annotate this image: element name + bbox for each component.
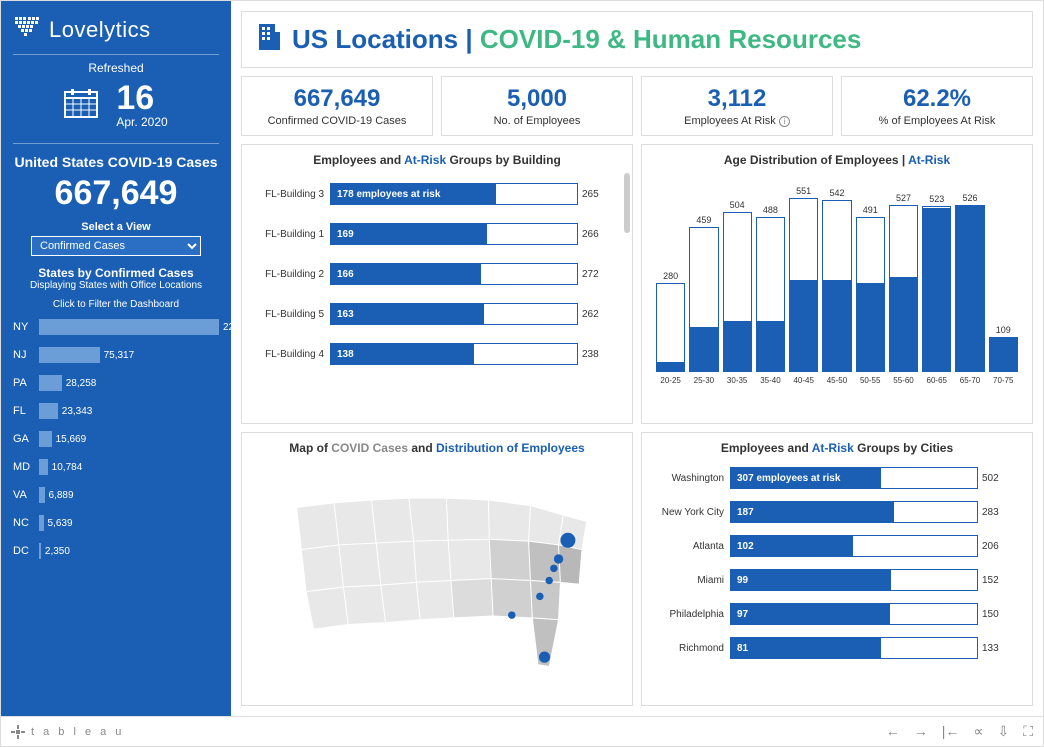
us-cases-count: 667,649 <box>13 174 219 213</box>
brand-name: Lovelytics <box>49 17 151 43</box>
share-icon[interactable]: ∝ <box>973 723 983 740</box>
age-title: Age Distribution of Employees | At-Risk <box>650 153 1024 167</box>
age-column[interactable]: 55140-45 <box>789 186 818 385</box>
age-column[interactable]: 52665-70 <box>955 193 984 385</box>
filter-hint: Click to Filter the Dashboard <box>13 299 219 310</box>
building-icon <box>256 22 282 57</box>
sidebar: Lovelytics Refreshed 16 Apr. 2020 United… <box>1 1 231 716</box>
cities-bar-chart[interactable]: Washington307 employees at risk502 New Yo… <box>650 463 1024 659</box>
hbar-row[interactable]: FL-Building 5163262 <box>254 303 612 325</box>
info-icon[interactable]: i <box>779 116 790 127</box>
buildings-title: Employees and At-Risk Groups by Building <box>250 153 624 167</box>
hbar-row[interactable]: Washington307 employees at risk502 <box>654 467 1012 489</box>
state-row[interactable]: PA28,258 <box>13 372 219 394</box>
page-title: US Locations | COVID-19 & Human Resource… <box>292 24 861 55</box>
states-bar-chart[interactable]: NY223,691 NJ75,317 PA28,258 FL23,343 GA15,66… <box>13 316 219 562</box>
age-column-chart[interactable]: 28020-2545925-3050430-3548835-4055140-45… <box>650 175 1024 385</box>
states-title: States by Confirmed Cases <box>13 266 219 280</box>
age-card: Age Distribution of Employees | At-Risk … <box>641 144 1033 424</box>
hbar-row[interactable]: Atlanta102206 <box>654 535 1012 557</box>
age-column[interactable]: 52755-60 <box>889 193 918 385</box>
hbar-row[interactable]: FL-Building 1169266 <box>254 223 612 245</box>
hbar-row[interactable]: Miami99152 <box>654 569 1012 591</box>
kpi-3: 62.2%% of Employees At Risk <box>841 76 1033 136</box>
page-header: US Locations | COVID-19 & Human Resource… <box>241 11 1033 68</box>
refreshed-month: Apr. 2020 <box>116 115 167 129</box>
age-column[interactable]: 49150-55 <box>856 205 885 385</box>
map-title: Map of COVID Cases and Distribution of E… <box>250 441 624 455</box>
kpi-0: 667,649Confirmed COVID-19 Cases <box>241 76 433 136</box>
cities-title: Employees and At-Risk Groups by Cities <box>650 441 1024 455</box>
reset-icon[interactable]: |← <box>942 723 960 740</box>
cities-card: Employees and At-Risk Groups by Cities W… <box>641 432 1033 706</box>
age-column[interactable]: 45925-30 <box>689 215 718 385</box>
map-card: Map of COVID Cases and Distribution of E… <box>241 432 633 706</box>
hbar-row[interactable]: Philadelphia97150 <box>654 603 1012 625</box>
age-column[interactable]: 50430-35 <box>723 200 752 385</box>
refreshed-day: 16 <box>116 81 167 115</box>
age-column[interactable]: 10970-75 <box>989 325 1018 385</box>
age-column[interactable]: 28020-25 <box>656 271 685 385</box>
states-subtitle: Displaying States with Office Locations <box>13 280 219 291</box>
footer: t a b l e a u ← → |← ∝ ⇩ ⛶ <box>1 716 1043 746</box>
calendar-icon <box>64 88 98 123</box>
state-row[interactable]: FL23,343 <box>13 400 219 422</box>
hbar-row[interactable]: FL-Building 2166272 <box>254 263 612 285</box>
age-column[interactable]: 52360-65 <box>922 194 951 385</box>
hbar-row[interactable]: FL-Building 4138238 <box>254 343 612 365</box>
view-select[interactable]: Confirmed Cases <box>31 236 201 256</box>
buildings-bar-chart[interactable]: FL-Building 3178 employees at risk265 FL-… <box>250 175 624 365</box>
state-row[interactable]: NJ75,317 <box>13 344 219 366</box>
hbar-row[interactable]: Richmond81133 <box>654 637 1012 659</box>
content: US Locations | COVID-19 & Human Resource… <box>231 1 1043 716</box>
refreshed-date: 16 Apr. 2020 <box>13 81 219 129</box>
age-column[interactable]: 48835-40 <box>756 205 785 385</box>
tableau-logo: t a b l e a u <box>11 725 124 739</box>
state-row[interactable]: DC2,350 <box>13 540 219 562</box>
state-row[interactable]: NC5,639 <box>13 512 219 534</box>
state-row[interactable]: MD10,784 <box>13 456 219 478</box>
us-map[interactable] <box>250 463 624 683</box>
hbar-row[interactable]: New York City187283 <box>654 501 1012 523</box>
state-row[interactable]: GA15,669 <box>13 428 219 450</box>
buildings-card: Employees and At-Risk Groups by Building… <box>241 144 633 424</box>
download-icon[interactable]: ⇩ <box>997 723 1009 740</box>
brand: Lovelytics <box>13 15 219 55</box>
brand-heart-icon <box>13 15 41 44</box>
state-row[interactable]: NY223,691 <box>13 316 219 338</box>
redo-icon[interactable]: → <box>914 723 928 740</box>
kpi-2: 3,112Employees At Risk i <box>641 76 833 136</box>
kpi-1: 5,000No. of Employees <box>441 76 633 136</box>
refreshed-label: Refreshed <box>13 61 219 75</box>
state-row[interactable]: VA6,889 <box>13 484 219 506</box>
select-view-label: Select a View <box>13 221 219 233</box>
scrollbar[interactable] <box>624 173 630 233</box>
fullscreen-icon[interactable]: ⛶ <box>1023 723 1033 740</box>
us-cases-title: United States COVID-19 Cases <box>13 154 219 170</box>
hbar-row[interactable]: FL-Building 3178 employees at risk265 <box>254 183 612 205</box>
undo-icon[interactable]: ← <box>886 723 900 740</box>
kpi-row: 667,649Confirmed COVID-19 Cases5,000No. … <box>241 76 1033 136</box>
age-column[interactable]: 54245-50 <box>822 188 851 385</box>
